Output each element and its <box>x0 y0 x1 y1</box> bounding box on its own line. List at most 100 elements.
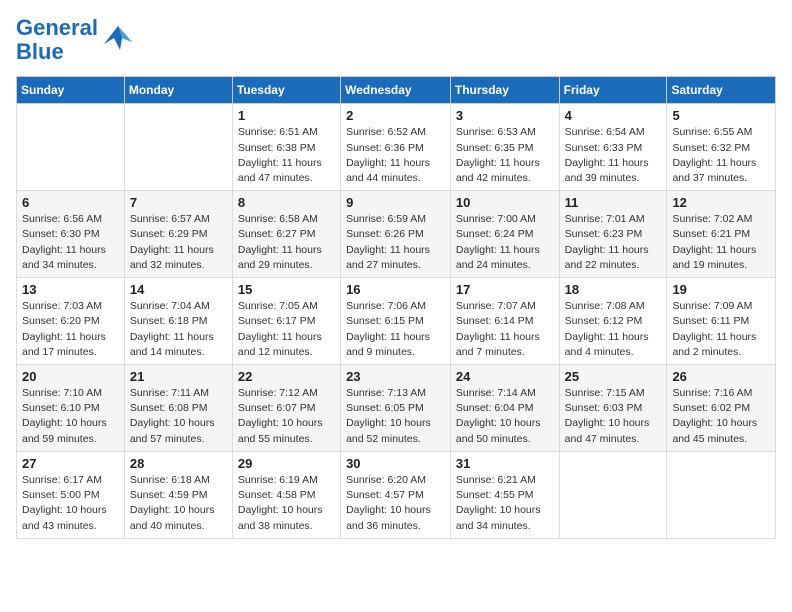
day-number: 3 <box>456 108 554 123</box>
calendar-cell <box>17 104 125 191</box>
calendar-cell: 16 Sunrise: 7:06 AM Sunset: 6:15 PM Dayli… <box>341 278 451 365</box>
day-info: Sunrise: 6:56 AM Sunset: 6:30 PM Dayligh… <box>22 212 119 273</box>
calendar-cell: 18 Sunrise: 7:08 AM Sunset: 6:12 PM Dayli… <box>559 278 667 365</box>
day-info: Sunrise: 7:16 AM Sunset: 6:02 PM Dayligh… <box>672 386 770 447</box>
calendar-cell: 24 Sunrise: 7:14 AM Sunset: 6:04 PM Dayli… <box>450 365 559 452</box>
calendar-week-row: 20 Sunrise: 7:10 AM Sunset: 6:10 PM Dayli… <box>17 365 776 452</box>
day-number: 5 <box>672 108 770 123</box>
calendar-cell: 7Sunrise: 6:57 AM Sunset: 6:29 PM Daylig… <box>124 191 232 278</box>
calendar-cell: 4Sunrise: 6:54 AM Sunset: 6:33 PM Daylig… <box>559 104 667 191</box>
calendar-cell <box>559 451 667 538</box>
day-info: Sunrise: 6:54 AM Sunset: 6:33 PM Dayligh… <box>565 125 662 186</box>
calendar-cell: 5Sunrise: 6:55 AM Sunset: 6:32 PM Daylig… <box>667 104 776 191</box>
calendar-cell: 20 Sunrise: 7:10 AM Sunset: 6:10 PM Dayli… <box>17 365 125 452</box>
calendar-cell: 15 Sunrise: 7:05 AM Sunset: 6:17 PM Dayli… <box>232 278 340 365</box>
calendar-cell: 3 Sunrise: 6:53 AM Sunset: 6:35 PM Daylig… <box>450 104 559 191</box>
day-info: Sunrise: 7:13 AM Sunset: 6:05 PM Dayligh… <box>346 386 445 447</box>
day-info: Sunrise: 7:04 AM Sunset: 6:18 PM Dayligh… <box>130 299 227 360</box>
day-number: 13 <box>22 282 119 297</box>
page-header: General Blue <box>16 16 776 64</box>
calendar-cell: 29 Sunrise: 6:19 AM Sunset: 4:58 PM Dayli… <box>232 451 340 538</box>
day-number: 1 <box>238 108 335 123</box>
calendar-week-row: 27 Sunrise: 6:17 AM Sunset: 5:00 PM Dayli… <box>17 451 776 538</box>
day-info: Sunrise: 7:05 AM Sunset: 6:17 PM Dayligh… <box>238 299 335 360</box>
calendar-cell: 9 Sunrise: 6:59 AM Sunset: 6:26 PM Daylig… <box>341 191 451 278</box>
day-info: Sunrise: 7:07 AM Sunset: 6:14 PM Dayligh… <box>456 299 554 360</box>
day-number: 17 <box>456 282 554 297</box>
day-info: Sunrise: 7:10 AM Sunset: 6:10 PM Dayligh… <box>22 386 119 447</box>
day-info: Sunrise: 7:01 AM Sunset: 6:23 PM Dayligh… <box>565 212 662 273</box>
calendar-week-row: 6 Sunrise: 6:56 AM Sunset: 6:30 PM Daylig… <box>17 191 776 278</box>
day-info: Sunrise: 7:02 AM Sunset: 6:21 PM Dayligh… <box>672 212 770 273</box>
day-number: 26 <box>672 369 770 384</box>
day-number: 30 <box>346 456 445 471</box>
calendar-cell: 30 Sunrise: 6:20 AM Sunset: 4:57 PM Dayli… <box>341 451 451 538</box>
calendar-cell <box>667 451 776 538</box>
logo: General Blue <box>16 16 136 64</box>
day-number: 14 <box>130 282 227 297</box>
logo-text2: Blue <box>16 40 98 64</box>
calendar-cell: 6 Sunrise: 6:56 AM Sunset: 6:30 PM Daylig… <box>17 191 125 278</box>
day-number: 16 <box>346 282 445 297</box>
weekday-header: Sunday <box>17 77 125 104</box>
day-number: 9 <box>346 195 445 210</box>
calendar-table: SundayMondayTuesdayWednesdayThursdayFrid… <box>16 76 776 538</box>
day-info: Sunrise: 6:21 AM Sunset: 4:55 PM Dayligh… <box>456 473 554 534</box>
calendar-week-row: 1 Sunrise: 6:51 AM Sunset: 6:38 PM Daylig… <box>17 104 776 191</box>
calendar-cell: 11 Sunrise: 7:01 AM Sunset: 6:23 PM Dayli… <box>559 191 667 278</box>
day-info: Sunrise: 6:17 AM Sunset: 5:00 PM Dayligh… <box>22 473 119 534</box>
day-info: Sunrise: 6:53 AM Sunset: 6:35 PM Dayligh… <box>456 125 554 186</box>
day-info: Sunrise: 6:18 AM Sunset: 4:59 PM Dayligh… <box>130 473 227 534</box>
calendar-cell: 10Sunrise: 7:00 AM Sunset: 6:24 PM Dayli… <box>450 191 559 278</box>
day-number: 12 <box>672 195 770 210</box>
day-info: Sunrise: 6:59 AM Sunset: 6:26 PM Dayligh… <box>346 212 445 273</box>
day-number: 18 <box>565 282 662 297</box>
day-info: Sunrise: 7:06 AM Sunset: 6:15 PM Dayligh… <box>346 299 445 360</box>
calendar-cell: 19 Sunrise: 7:09 AM Sunset: 6:11 PM Dayli… <box>667 278 776 365</box>
day-info: Sunrise: 7:08 AM Sunset: 6:12 PM Dayligh… <box>565 299 662 360</box>
day-number: 20 <box>22 369 119 384</box>
day-number: 11 <box>565 195 662 210</box>
calendar-cell: 1 Sunrise: 6:51 AM Sunset: 6:38 PM Daylig… <box>232 104 340 191</box>
day-info: Sunrise: 6:51 AM Sunset: 6:38 PM Dayligh… <box>238 125 335 186</box>
calendar-cell: 12 Sunrise: 7:02 AM Sunset: 6:21 PM Dayli… <box>667 191 776 278</box>
weekday-header: Saturday <box>667 77 776 104</box>
day-number: 23 <box>346 369 445 384</box>
day-info: Sunrise: 6:58 AM Sunset: 6:27 PM Dayligh… <box>238 212 335 273</box>
calendar-cell <box>124 104 232 191</box>
calendar-cell: 2 Sunrise: 6:52 AM Sunset: 6:36 PM Daylig… <box>341 104 451 191</box>
calendar-cell: 17 Sunrise: 7:07 AM Sunset: 6:14 PM Dayli… <box>450 278 559 365</box>
weekday-header: Wednesday <box>341 77 451 104</box>
weekday-header: Tuesday <box>232 77 340 104</box>
day-number: 8 <box>238 195 335 210</box>
day-info: Sunrise: 7:15 AM Sunset: 6:03 PM Dayligh… <box>565 386 662 447</box>
day-info: Sunrise: 7:14 AM Sunset: 6:04 PM Dayligh… <box>456 386 554 447</box>
day-number: 24 <box>456 369 554 384</box>
day-number: 25 <box>565 369 662 384</box>
weekday-header: Friday <box>559 77 667 104</box>
day-info: Sunrise: 7:09 AM Sunset: 6:11 PM Dayligh… <box>672 299 770 360</box>
day-number: 28 <box>130 456 227 471</box>
calendar-cell: 8 Sunrise: 6:58 AM Sunset: 6:27 PM Daylig… <box>232 191 340 278</box>
day-info: Sunrise: 6:52 AM Sunset: 6:36 PM Dayligh… <box>346 125 445 186</box>
day-number: 2 <box>346 108 445 123</box>
day-info: Sunrise: 6:19 AM Sunset: 4:58 PM Dayligh… <box>238 473 335 534</box>
day-number: 27 <box>22 456 119 471</box>
logo-text: General <box>16 16 98 40</box>
day-info: Sunrise: 7:03 AM Sunset: 6:20 PM Dayligh… <box>22 299 119 360</box>
calendar-cell: 14 Sunrise: 7:04 AM Sunset: 6:18 PM Dayli… <box>124 278 232 365</box>
calendar-cell: 28 Sunrise: 6:18 AM Sunset: 4:59 PM Dayli… <box>124 451 232 538</box>
day-number: 21 <box>130 369 227 384</box>
day-number: 7 <box>130 195 227 210</box>
day-info: Sunrise: 7:11 AM Sunset: 6:08 PM Dayligh… <box>130 386 227 447</box>
day-number: 29 <box>238 456 335 471</box>
day-info: Sunrise: 7:00 AM Sunset: 6:24 PM Dayligh… <box>456 212 554 273</box>
calendar-cell: 27 Sunrise: 6:17 AM Sunset: 5:00 PM Dayli… <box>17 451 125 538</box>
day-number: 15 <box>238 282 335 297</box>
calendar-cell: 13 Sunrise: 7:03 AM Sunset: 6:20 PM Dayli… <box>17 278 125 365</box>
day-info: Sunrise: 6:20 AM Sunset: 4:57 PM Dayligh… <box>346 473 445 534</box>
logo-bird-icon <box>100 22 136 58</box>
day-number: 19 <box>672 282 770 297</box>
day-number: 6 <box>22 195 119 210</box>
calendar-cell: 25 Sunrise: 7:15 AM Sunset: 6:03 PM Dayli… <box>559 365 667 452</box>
